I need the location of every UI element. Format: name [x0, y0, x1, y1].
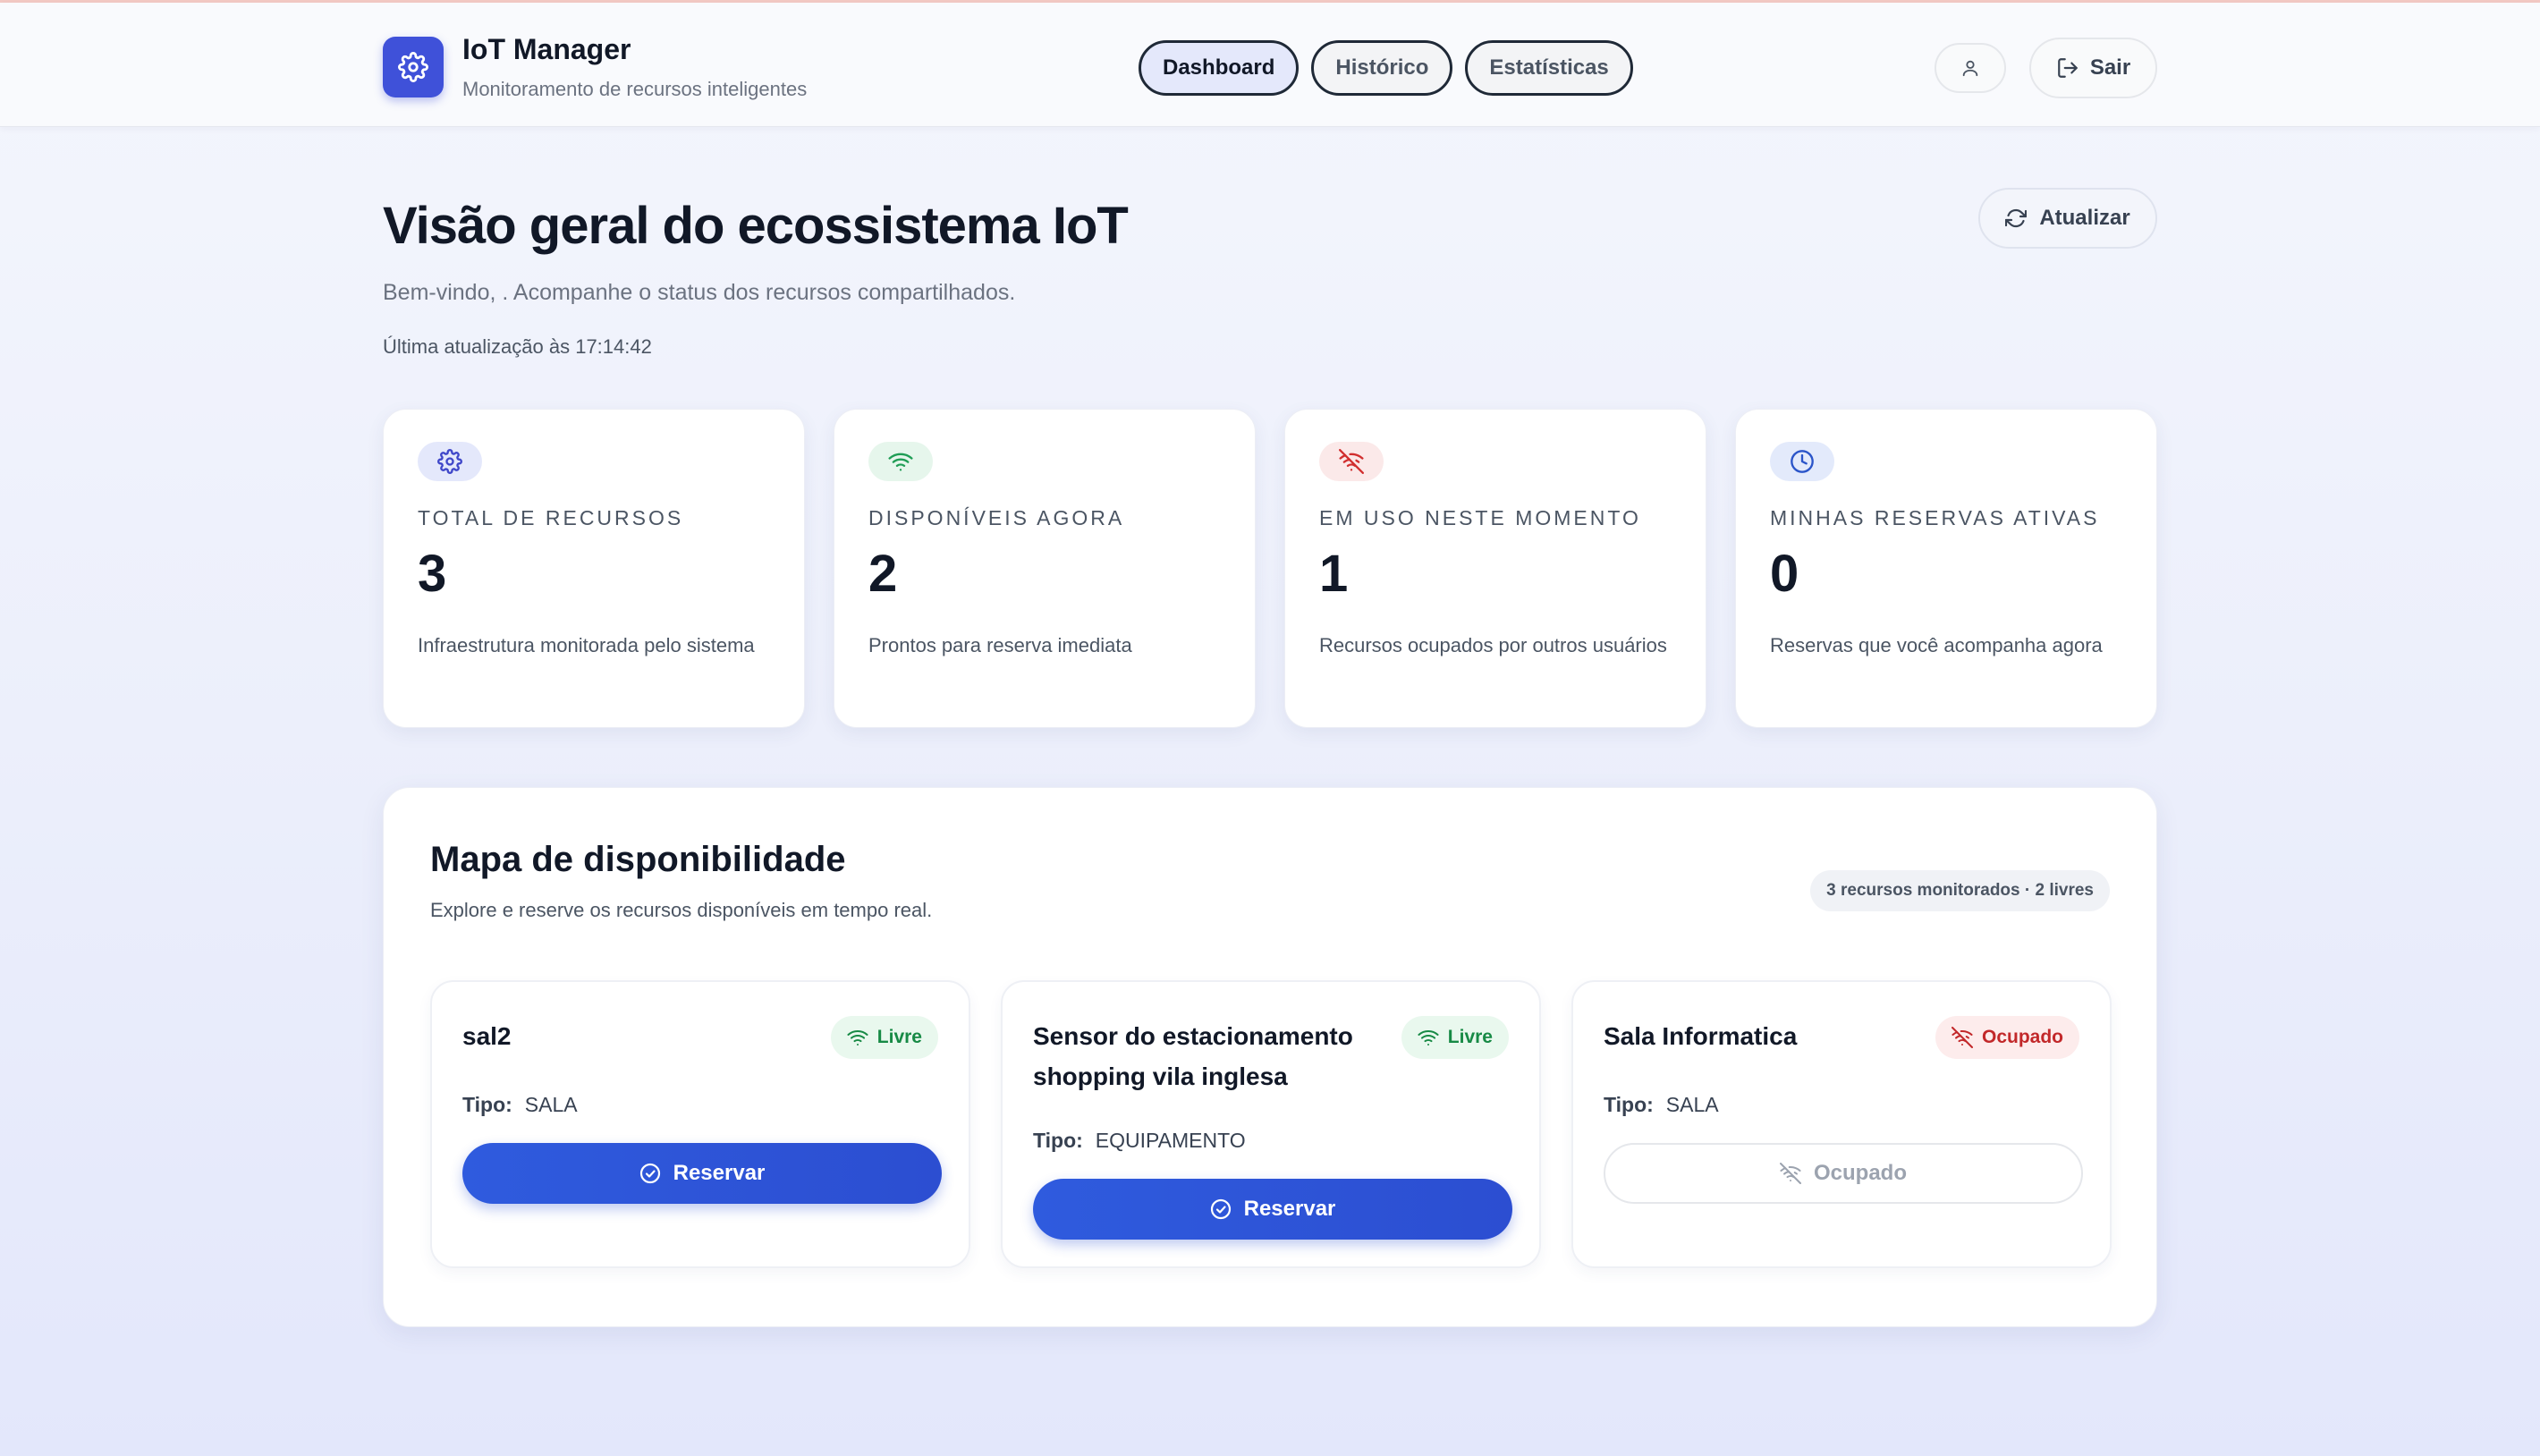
reserve-label: Reservar	[1243, 1197, 1336, 1221]
reserve-button[interactable]: Reservar	[1033, 1179, 1512, 1240]
stat-icon-badge	[1770, 442, 1834, 481]
reserve-label: Reservar	[673, 1161, 766, 1185]
tab-estatisticas[interactable]: Estatísticas	[1465, 40, 1633, 96]
main-nav: Dashboard Histórico Estatísticas	[1139, 40, 1633, 96]
brand-logo	[383, 37, 444, 97]
availability-map-panel: Mapa de disponibilidade Explore e reserv…	[383, 787, 2157, 1327]
map-subtitle: Explore e reserve os recursos disponívei…	[430, 899, 933, 921]
stat-card-in-use: EM USO NESTE MOMENTO 1 Recursos ocupados…	[1284, 409, 1706, 728]
refresh-label: Atualizar	[2039, 206, 2130, 230]
type-label: Tipo:	[462, 1093, 512, 1116]
last-update-text: Última atualização às 17:14:42	[383, 335, 652, 358]
stat-icon-badge	[1319, 442, 1384, 481]
stat-card-total: TOTAL DE RECURSOS 3 Infraestrutura monit…	[383, 409, 805, 728]
logout-button[interactable]: Sair	[2029, 38, 2157, 98]
stat-value: 2	[868, 545, 898, 603]
resource-type: Tipo: SALA	[462, 1093, 578, 1117]
top-bar: IoT Manager Monitoramento de recursos in…	[0, 3, 2540, 127]
resource-card: sal2 Livre Tipo: SALA Reservar	[430, 980, 970, 1268]
gear-icon	[398, 52, 428, 82]
stat-value: 0	[1770, 545, 1799, 603]
status-label: Livre	[1447, 1027, 1493, 1047]
resource-name: Sala Informatica	[1604, 1022, 1798, 1050]
refresh-button[interactable]: Atualizar	[1978, 188, 2157, 249]
gear-icon	[437, 449, 462, 474]
stat-value: 1	[1319, 545, 1349, 603]
occupied-button[interactable]: Ocupado	[1604, 1143, 2083, 1204]
status-label: Ocupado	[1981, 1027, 2063, 1047]
reserve-button[interactable]: Reservar	[462, 1143, 942, 1204]
wifi-icon	[847, 1030, 868, 1045]
status-badge: Livre	[1401, 1016, 1509, 1059]
status-label: Livre	[876, 1027, 922, 1047]
page-subtitle: Bem-vindo, . Acompanhe o status dos recu…	[383, 280, 1016, 305]
stat-label: TOTAL DE RECURSOS	[418, 506, 684, 529]
stat-description: Infraestrutura monitorada pelo sistema	[418, 634, 755, 656]
stat-card-available: DISPONÍVEIS AGORA 2 Prontos para reserva…	[834, 409, 1256, 728]
status-badge: Ocupado	[1935, 1016, 2079, 1059]
user-icon	[1962, 60, 1978, 77]
wifi-icon	[1418, 1030, 1439, 1045]
tab-dashboard[interactable]: Dashboard	[1139, 40, 1300, 96]
app-title: IoT Manager	[462, 33, 631, 65]
occupied-label: Ocupado	[1813, 1161, 1907, 1185]
wifi-off-icon	[1951, 1027, 1973, 1048]
stat-label: DISPONÍVEIS AGORA	[868, 506, 1125, 529]
type-value: EQUIPAMENTO	[1095, 1129, 1246, 1152]
refresh-icon	[2005, 208, 2028, 228]
stat-description: Prontos para reserva imediata	[868, 634, 1132, 656]
map-title: Mapa de disponibilidade	[430, 840, 846, 879]
page-title: Visão geral do ecossistema IoT	[383, 197, 1129, 255]
tab-historico[interactable]: Histórico	[1311, 40, 1453, 96]
clock-icon	[1791, 450, 1814, 473]
stat-icon-badge	[868, 442, 933, 481]
wifi-off-icon	[1779, 1163, 1801, 1184]
stat-description: Recursos ocupados por outros usuários	[1319, 634, 1667, 656]
type-label: Tipo:	[1604, 1093, 1654, 1116]
wifi-off-icon	[1339, 449, 1364, 474]
stat-icon-badge	[418, 442, 482, 481]
resource-name: sal2	[462, 1022, 512, 1050]
type-label: Tipo:	[1033, 1129, 1083, 1152]
check-circle-icon	[1210, 1198, 1231, 1220]
app-subtitle: Monitoramento de recursos inteligentes	[462, 78, 808, 100]
logout-icon	[2057, 58, 2078, 78]
logout-label: Sair	[2089, 55, 2131, 80]
resource-card: Sala Informatica Ocupado Tipo: SALA Ocup…	[1571, 980, 2112, 1268]
stat-value: 3	[418, 545, 447, 603]
type-value: SALA	[524, 1093, 578, 1116]
resource-type: Tipo: SALA	[1604, 1093, 1719, 1117]
resources-count-badge: 3 recursos monitorados · 2 livres	[1810, 870, 2110, 911]
stat-label: MINHAS RESERVAS ATIVAS	[1770, 506, 2100, 529]
resource-type: Tipo: EQUIPAMENTO	[1033, 1129, 1246, 1153]
type-value: SALA	[1665, 1093, 1719, 1116]
resource-card: Sensor do estacionamento shopping vila i…	[1001, 980, 1541, 1268]
stat-label: EM USO NESTE MOMENTO	[1319, 506, 1641, 529]
user-button[interactable]	[1935, 43, 2006, 93]
status-badge: Livre	[830, 1016, 938, 1059]
resource-name: Sensor do estacionamento shopping vila i…	[1033, 1022, 1353, 1090]
check-circle-icon	[639, 1163, 660, 1184]
stat-card-my-reservations: MINHAS RESERVAS ATIVAS 0 Reservas que vo…	[1735, 409, 2157, 728]
wifi-icon	[888, 453, 913, 471]
stat-description: Reservas que você acompanha agora	[1770, 634, 2103, 656]
